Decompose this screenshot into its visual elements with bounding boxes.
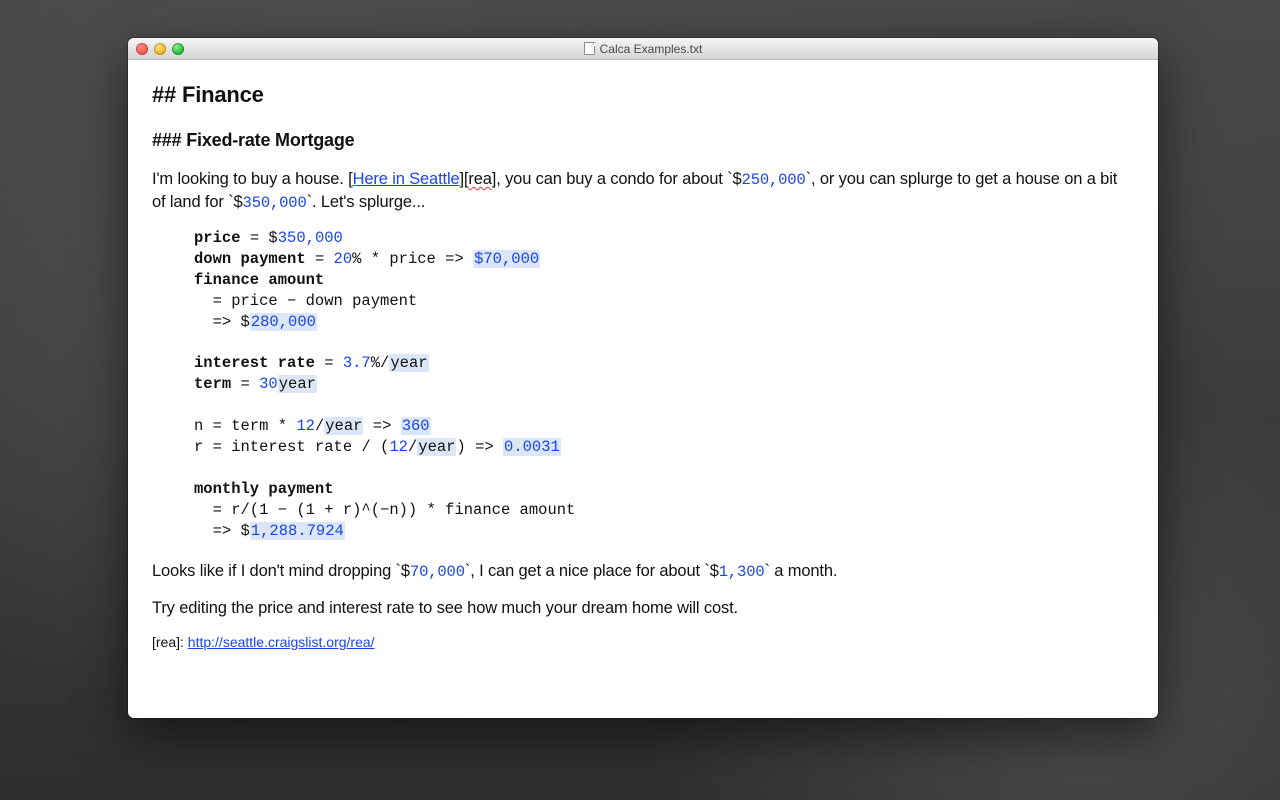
traffic-lights <box>136 43 184 55</box>
window-title: Calca Examples.txt <box>128 42 1158 56</box>
house-price: 350,000 <box>243 194 307 212</box>
intro-paragraph: I'm looking to buy a house. [Here in Sea… <box>152 168 1134 214</box>
monthly-payment-result: 1,288.7924 <box>250 522 345 540</box>
seattle-link[interactable]: Here in Seattle <box>353 170 460 188</box>
heading-mortgage: ### Fixed-rate Mortgage <box>152 128 1134 152</box>
calc-block[interactable]: price = $350,000 down payment = 20% * pr… <box>194 228 1134 542</box>
condo-price: 250,000 <box>742 171 806 189</box>
down-payment-result: $70,000 <box>473 250 540 268</box>
minimize-icon[interactable] <box>154 43 166 55</box>
zoom-icon[interactable] <box>172 43 184 55</box>
editor-content[interactable]: ## Finance ### Fixed-rate Mortgage I'm l… <box>128 60 1158 670</box>
ref-rea: rea <box>468 170 491 188</box>
app-window: Calca Examples.txt ## Finance ### Fixed-… <box>128 38 1158 718</box>
footnote-rea: [rea]: http://seattle.craigslist.org/rea… <box>152 633 1134 652</box>
finance-amount-result: 280,000 <box>250 313 317 331</box>
summary-paragraph: Looks like if I don't mind dropping `$70… <box>152 560 1134 583</box>
document-icon <box>584 42 595 55</box>
close-icon[interactable] <box>136 43 148 55</box>
r-result: 0.0031 <box>503 438 561 456</box>
instruction-paragraph: Try editing the price and interest rate … <box>152 597 1134 619</box>
heading-finance: ## Finance <box>152 80 1134 110</box>
n-result: 360 <box>401 417 431 435</box>
window-titlebar[interactable]: Calca Examples.txt <box>128 38 1158 60</box>
window-title-text: Calca Examples.txt <box>600 42 703 56</box>
rea-url[interactable]: http://seattle.craigslist.org/rea/ <box>188 634 375 650</box>
